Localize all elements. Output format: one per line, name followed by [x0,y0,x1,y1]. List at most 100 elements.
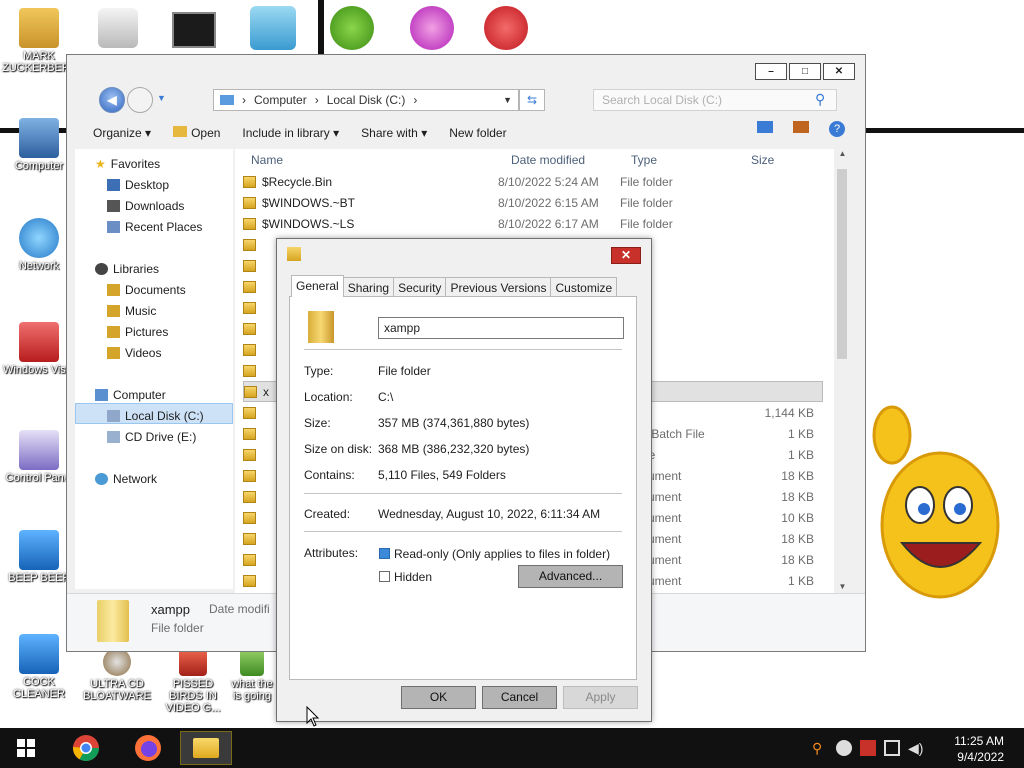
nav-computer[interactable]: Computer [95,388,166,402]
volume-icon[interactable]: ◀) [908,740,924,756]
back-button[interactable]: ◀ [99,87,125,113]
desktop-icon [107,179,120,191]
search-icon[interactable]: ⚲ [812,740,828,756]
refresh-button[interactable]: ⇆ [519,89,545,111]
properties-dialog: ✕ General Sharing Security Previous Vers… [276,238,652,722]
folder-icon [243,238,256,251]
app-icon[interactable] [410,6,454,50]
help-icon[interactable]: ? [829,121,845,137]
desktop-icon-computer[interactable]: Computer [2,118,76,172]
nav-libraries[interactable]: Libraries [95,262,159,276]
breadcrumb-separator: › [242,93,246,107]
vertical-scrollbar[interactable]: ▲ ▼ [834,149,851,593]
include-library-button[interactable]: Include in library ▾ [242,126,339,140]
table-row[interactable]: $Recycle.Bin 8/10/2022 5:24 AM File folder [243,171,823,192]
nav-network[interactable]: Network [95,472,157,486]
ok-button[interactable]: OK [401,686,476,709]
address-bar[interactable]: › Computer › Local Disk (C:) › ▼ [213,89,519,111]
app-icon[interactable] [98,8,138,48]
cancel-button[interactable]: Cancel [482,686,557,709]
search-input[interactable]: Search Local Disk (C:) [593,89,837,111]
desktop-icon-ultra-cd[interactable]: ULTRA CD BLOATWARE [80,648,154,702]
nav-videos[interactable]: Videos [107,346,161,360]
tab-sharing[interactable]: Sharing [342,277,395,297]
column-header-name[interactable]: Name [251,153,283,167]
preview-pane-icon[interactable] [793,121,809,133]
readonly-checkbox[interactable] [379,548,390,559]
clock[interactable]: 11:25 AM 9/4/2022 [954,733,1004,765]
nav-cd-drive[interactable]: CD Drive (E:) [107,430,196,444]
view-options-icon[interactable] [757,121,773,133]
share-with-button[interactable]: Share with ▾ [361,126,427,140]
tab-security[interactable]: Security [393,277,447,297]
nav-music[interactable]: Music [107,304,156,318]
folder-icon [243,490,256,503]
new-folder-button[interactable]: New folder [449,126,506,140]
nav-desktop[interactable]: Desktop [107,178,169,192]
column-header-type[interactable]: Type [631,153,657,167]
app-icon[interactable] [250,6,296,50]
close-button[interactable]: ✕ [611,247,641,264]
minimize-button[interactable]: – [755,63,787,80]
network-icon[interactable] [884,740,900,756]
desktop-icon-network[interactable]: Network [2,218,76,272]
forward-button[interactable] [127,87,153,113]
tab-customize[interactable]: Customize [550,277,618,297]
folder-icon [193,738,219,758]
smiley-icon [872,405,1000,599]
desktop-icon-beep-beep[interactable]: BEEP BEEP [2,530,76,584]
tab-previous-versions[interactable]: Previous Versions [445,277,552,297]
start-button[interactable] [0,731,52,765]
hidden-checkbox[interactable] [379,571,390,582]
taskbar-file-explorer[interactable] [180,731,232,765]
flag-icon[interactable] [860,740,876,756]
type-value: File folder [378,364,431,378]
organize-button[interactable]: Organize ▾ [93,126,151,140]
taskbar-chrome[interactable] [60,731,112,765]
scrollbar-thumb[interactable] [837,169,847,359]
breadcrumb-local-disk[interactable]: Local Disk (C:) [327,93,406,107]
recent-pages-chevron-icon[interactable]: ▼ [157,93,166,103]
nav-documents[interactable]: Documents [107,283,186,297]
file-size: 10 KB [781,510,814,525]
tab-general[interactable]: General [291,275,344,297]
scroll-down-icon[interactable]: ▼ [834,582,851,591]
folder-name-input[interactable]: xampp [378,317,624,339]
tray-icon[interactable] [836,740,852,756]
desktop-icon-windows-vista[interactable]: Windows Vista [2,322,76,376]
cursor-icon [306,706,320,727]
hidden-label: Hidden [394,570,433,584]
desktop-icon-control-panel[interactable]: Control Panel [2,430,76,484]
folder-icon [243,553,256,566]
folder-icon [243,364,256,377]
nav-downloads[interactable]: Downloads [107,199,184,213]
nav-pictures[interactable]: Pictures [107,325,168,339]
close-button[interactable]: ✕ [823,63,855,80]
desktop-icon-mark-zuckerberg[interactable]: MARK ZUCKERBERG [2,8,78,74]
nav-local-disk[interactable]: Local Disk (C:) [107,409,204,423]
address-dropdown-icon[interactable]: ▼ [503,95,512,105]
breadcrumb-computer[interactable]: Computer [254,93,307,107]
file-type: File folder [620,216,673,231]
nav-recent-places[interactable]: Recent Places [107,220,202,234]
column-header-size[interactable]: Size [751,153,774,167]
maximize-button[interactable]: □ [789,63,821,80]
scroll-up-icon[interactable]: ▲ [834,149,851,158]
search-icon[interactable]: ⚲ [815,91,825,108]
cmd-icon[interactable] [172,12,216,48]
bird-icon[interactable] [330,6,374,50]
table-row[interactable]: $WINDOWS.~LS 8/10/2022 6:17 AM File folder [243,213,823,234]
table-row[interactable]: $WINDOWS.~BT 8/10/2022 6:15 AM File folder [243,192,823,213]
dev-cpp-icon[interactable] [484,6,528,50]
column-header-date[interactable]: Date modified [511,153,585,167]
advanced-button[interactable]: Advanced... [518,565,623,588]
desktop-icon-what[interactable]: what the is going [226,648,278,702]
desktop-icon-pissed-birds[interactable]: PISSED BIRDS IN VIDEO G... [156,648,230,714]
apply-button[interactable]: Apply [563,686,638,709]
desktop-icon-cock-cleaner[interactable]: COCK CLEANER [2,634,76,700]
taskbar-firefox[interactable] [122,731,174,765]
folder-icon [173,126,188,137]
nav-favorites[interactable]: ★ Favorites [95,157,160,171]
open-button[interactable]: Open [173,126,220,140]
recycle-bin-icon [19,322,59,362]
